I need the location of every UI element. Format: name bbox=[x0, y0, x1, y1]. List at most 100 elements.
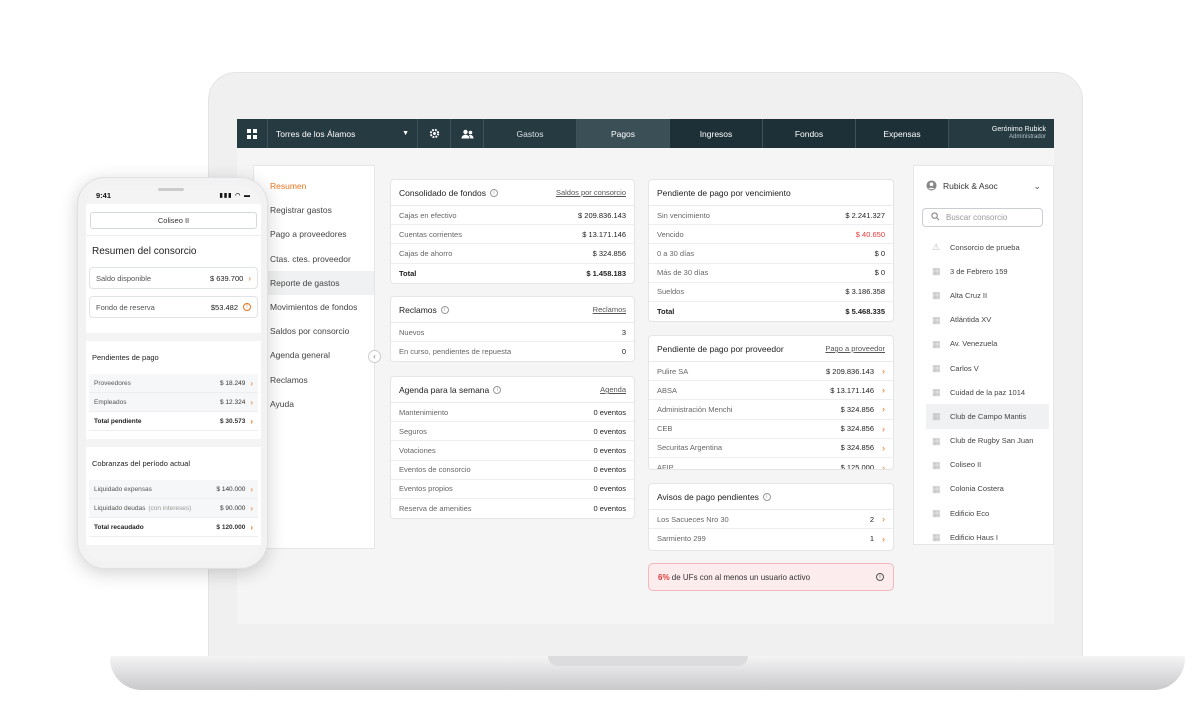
users-icon[interactable] bbox=[451, 119, 484, 148]
row-value: $ 209.836.143 bbox=[826, 366, 874, 376]
consorcio-item[interactable]: ▦ Cuidad de la paz 1014 bbox=[914, 380, 1053, 404]
tab-pagos[interactable]: Pagos bbox=[577, 119, 670, 148]
table-row[interactable]: Sarmiento 299 1 › bbox=[649, 529, 893, 548]
table-row[interactable]: Securitas Argentina $ 324.856 › bbox=[649, 439, 893, 458]
row-label: Cajas en efectivo bbox=[399, 210, 457, 220]
row-label: Eventos propios bbox=[399, 484, 453, 494]
search-consorcio-input[interactable]: Buscar consorcio bbox=[922, 208, 1043, 227]
item-note: (con intereses) bbox=[148, 504, 192, 512]
phone-notch bbox=[158, 188, 184, 191]
building-icon: ▦ bbox=[932, 435, 941, 446]
consorcio-item[interactable]: ▦ Av. Venezuela bbox=[914, 332, 1053, 356]
info-icon[interactable]: i bbox=[493, 385, 502, 394]
sidebar-item-9[interactable]: Ayuda bbox=[254, 392, 374, 416]
table-row[interactable]: Administración Menchi $ 324.856 › bbox=[649, 400, 893, 420]
table-row: Reserva de amenities 0 eventos bbox=[391, 499, 634, 518]
info-icon[interactable]: i bbox=[876, 573, 884, 581]
fondo-reserva[interactable]: Fondo de reserva $53.482! bbox=[89, 296, 258, 318]
collapse-sidebar-button[interactable]: ‹ bbox=[368, 350, 381, 363]
sidebar-item-2[interactable]: Pago a proveedores bbox=[254, 222, 374, 246]
consorcio-item[interactable]: ▦ Atlántida XV bbox=[914, 308, 1053, 332]
consorcio-name: Club de Campo Mantis bbox=[950, 411, 1027, 421]
phone-frame: 9:41 ▮▮▮ ◠ ▬ Coliseo II Resumen del cons… bbox=[77, 177, 268, 569]
table-row[interactable]: Pulire SA $ 209.836.143 › bbox=[649, 362, 893, 382]
consorcio-item[interactable]: ▦ Edificio Eco bbox=[914, 501, 1053, 525]
list-item[interactable]: Total pendiente $ 30.573 › bbox=[89, 412, 258, 431]
tab-gastos[interactable]: Gastos bbox=[484, 119, 577, 148]
consorcio-item[interactable]: ▦ Club de Rugby San Juan bbox=[914, 429, 1053, 453]
list-item[interactable]: Total recaudado $ 120.000 › bbox=[89, 518, 258, 537]
table-row[interactable]: CEB $ 324.856 › bbox=[649, 420, 893, 439]
consorcio-list: ⚠ Consorcio de prueba ▦ 3 de Febrero 159 ▦ Al… bbox=[914, 235, 1053, 549]
row-value-wrap: $ 13.171.146 › bbox=[830, 385, 885, 395]
summary-block: Resumen del consorcio Saldo disponible $ … bbox=[86, 235, 261, 333]
row-value-wrap: 2 › bbox=[870, 514, 885, 524]
consorcio-item[interactable]: ▦ Coliseo II bbox=[914, 453, 1053, 477]
list-item[interactable]: Empleados $ 12.324 › bbox=[89, 393, 258, 412]
reclamos-link[interactable]: Reclamos bbox=[593, 305, 626, 314]
card-title: Reclamos bbox=[399, 304, 437, 315]
consorcio-name: Edificio Haus I bbox=[950, 532, 998, 542]
item-value: $ 12.324 bbox=[220, 398, 246, 406]
consorcio-item[interactable]: ▦ Club de Campo Mantis bbox=[926, 404, 1049, 429]
row-value: $ 0 bbox=[874, 248, 885, 258]
info-icon[interactable]: i bbox=[440, 305, 449, 314]
sidebar-item-1[interactable]: Registrar gastos bbox=[254, 198, 374, 222]
tab-expensas[interactable]: Expensas bbox=[856, 119, 949, 148]
item-label-text: Total pendiente bbox=[94, 417, 142, 425]
row-value-wrap: $ 5.468.335 bbox=[845, 307, 885, 316]
user-menu[interactable]: Gerónimo Rubick Administrador bbox=[949, 119, 1054, 148]
sidebar-item-0[interactable]: Resumen bbox=[254, 174, 374, 198]
tab-fondos[interactable]: Fondos bbox=[763, 119, 856, 148]
consorcio-item[interactable]: ⚠ Consorcio de prueba bbox=[914, 235, 1053, 259]
consorcio-select[interactable]: Coliseo II bbox=[90, 212, 257, 229]
sidebar-item-8[interactable]: Reclamos bbox=[254, 368, 374, 392]
building-icon: ▦ bbox=[932, 532, 941, 543]
top-navbar: Torres de los Álamos ▼ Gastos Pagos Ingr… bbox=[237, 119, 1054, 148]
gear-icon[interactable] bbox=[418, 119, 451, 148]
item-label: Liquidado deudas (con intereses) bbox=[94, 505, 191, 512]
pago-proveedor-link[interactable]: Pago a proveedor bbox=[825, 344, 885, 353]
table-row: Cuentas corrientes $ 13.171.146 bbox=[391, 225, 634, 245]
consorcio-item[interactable]: ▦ 3 de Febrero 159 bbox=[914, 259, 1053, 283]
consorcio-item[interactable]: ▦ Carlos V bbox=[914, 356, 1053, 380]
sidebar-item-3[interactable]: Ctas. ctes. proveedor bbox=[254, 247, 374, 271]
consorcio-item[interactable]: ▦ Alta Cruz II bbox=[914, 283, 1053, 307]
site-name: Torres de los Álamos bbox=[276, 128, 356, 139]
consorcio-item[interactable]: ▦ Edificio Haus I bbox=[914, 525, 1053, 549]
pendientes-title: Pendientes de pago bbox=[92, 353, 159, 362]
sidebar-item-4[interactable]: Reporte de gastos bbox=[254, 270, 374, 295]
list-item[interactable]: Proveedores $ 18.249 › bbox=[89, 374, 258, 393]
item-label: Proveedores bbox=[94, 380, 131, 387]
row-value: $ 5.468.335 bbox=[845, 307, 885, 317]
item-label-text: Total recaudado bbox=[94, 523, 144, 531]
saldo-disponible[interactable]: Saldo disponible $ 639.700 › bbox=[89, 267, 258, 289]
info-icon[interactable]: i bbox=[489, 188, 498, 197]
sidebar-item-6[interactable]: Saldos por consorcio bbox=[254, 319, 374, 343]
table-row[interactable]: Los Sacueces Nro 30 2 › bbox=[649, 510, 893, 530]
table-row[interactable]: AFIP $ 125.000 › bbox=[649, 458, 893, 470]
tab-ingresos[interactable]: Ingresos bbox=[670, 119, 763, 148]
info-icon[interactable]: i bbox=[762, 492, 771, 501]
table-row[interactable]: ABSA $ 13.171.146 › bbox=[649, 381, 893, 401]
list-item[interactable]: Liquidado expensas $ 140.000 › bbox=[89, 480, 258, 499]
chevron-right-icon: › bbox=[882, 462, 885, 470]
row-label: Pulire SA bbox=[657, 366, 689, 376]
agenda-link[interactable]: Agenda bbox=[600, 385, 626, 394]
saldo-value: $ 639.700 bbox=[209, 273, 244, 283]
table-row: Vencido $ 40.650 bbox=[649, 225, 893, 245]
apps-grid-icon[interactable] bbox=[237, 119, 268, 148]
chevron-right-icon: › bbox=[882, 404, 885, 415]
table-row: Cajas de ahorro $ 324.856 bbox=[391, 244, 634, 264]
saldos-link[interactable]: Saldos por consorcio bbox=[556, 188, 626, 197]
row-value: $ 209.836.143 bbox=[578, 210, 626, 220]
row-value: 0 eventos bbox=[593, 426, 626, 436]
consorcio-item[interactable]: ▦ Colonia Costera bbox=[914, 477, 1053, 501]
card-title: Avisos de pago pendientes bbox=[657, 491, 759, 502]
list-item[interactable]: Liquidado deudas (con intereses) $ 90.000 › bbox=[89, 499, 258, 518]
row-value-wrap: $ 125.000 › bbox=[841, 462, 885, 470]
org-selector[interactable]: Rubick & Asoc ⌄ bbox=[914, 166, 1053, 206]
sidebar-item-5[interactable]: Movimientos de fondos bbox=[254, 295, 374, 319]
sidebar-item-7[interactable]: Agenda general bbox=[254, 343, 374, 367]
site-selector[interactable]: Torres de los Álamos ▼ bbox=[268, 119, 418, 148]
